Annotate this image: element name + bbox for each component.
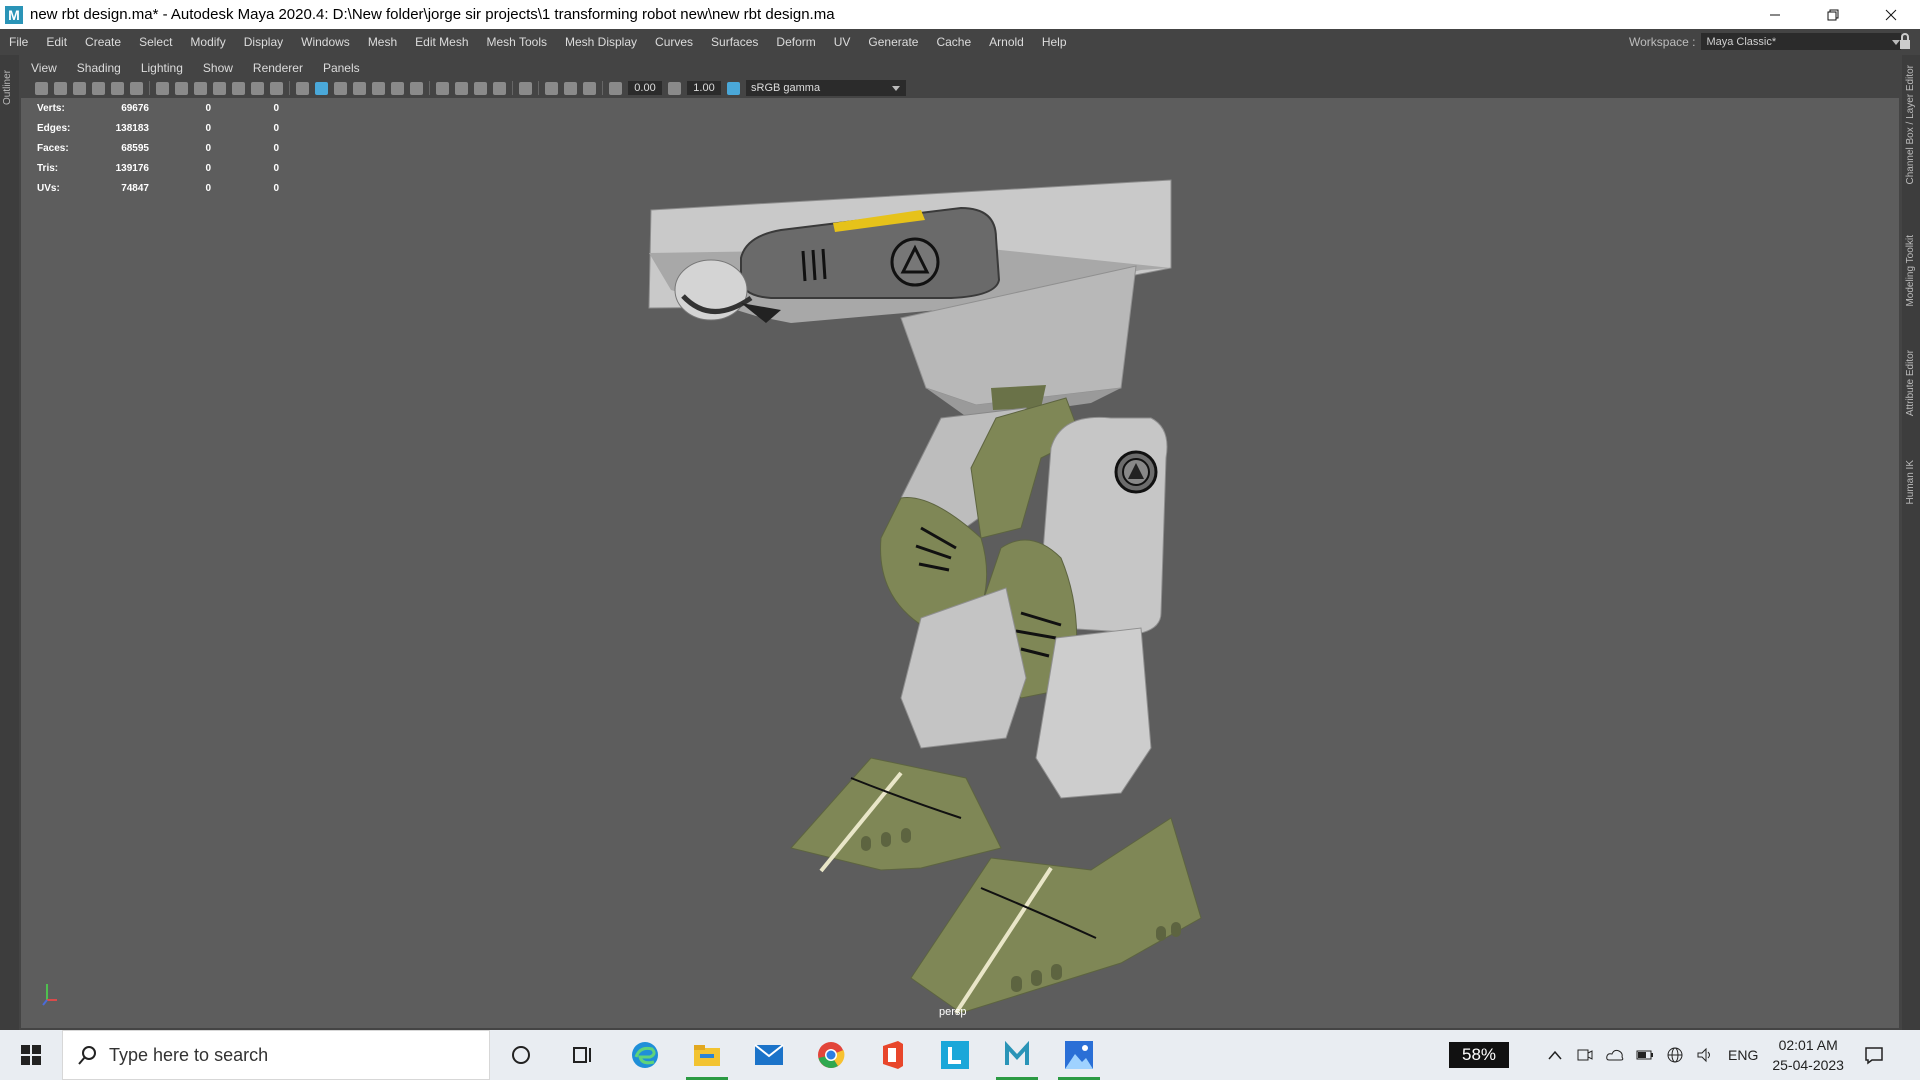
menu-mesh[interactable]: Mesh [359,35,406,49]
maya-app: M new rbt design.ma* - Autodesk Maya 202… [0,0,1920,1080]
start-button[interactable] [0,1030,62,1080]
taskbar-clock[interactable]: 02:01 AM 25-04-2023 [1772,1035,1844,1075]
menu-arnold[interactable]: Arnold [980,35,1033,49]
workspace-dropdown[interactable]: Maya Classic* [1701,33,1902,50]
menu-create[interactable]: Create [76,35,130,49]
tab-attribute-editor[interactable]: Attribute Editor [1905,350,1916,416]
maya-icon [1003,1040,1031,1069]
menu-deform[interactable]: Deform [767,35,824,49]
menu-uv[interactable]: UV [825,35,860,49]
menu-select[interactable]: Select [130,35,181,49]
language-indicator[interactable]: ENG [1728,1047,1758,1063]
search-placeholder: Type here to search [109,1044,269,1065]
volume-icon[interactable] [1690,1047,1720,1063]
taskbar-photos[interactable] [1048,1030,1110,1080]
maya-logo-icon: M [5,5,23,24]
menu-modify[interactable]: Modify [181,35,234,49]
perspective-viewport[interactable]: View Shading Lighting Show Renderer Pane… [21,58,1899,1028]
minimize-button[interactable] [1746,0,1804,29]
lock-icon[interactable] [1898,32,1912,50]
task-view-icon [573,1047,591,1063]
camera-name-label: persp [939,1006,967,1018]
robot-model[interactable] [21,58,1899,1028]
tab-channel-box[interactable]: Channel Box / Layer Editor [1905,65,1916,185]
menu-mesh-tools[interactable]: Mesh Tools [478,35,556,49]
taskbar-file-explorer[interactable] [676,1030,738,1080]
taskbar-edge[interactable] [614,1030,676,1080]
restore-icon [1827,9,1839,20]
main-menu-bar: File Edit Create Select Modify Display W… [0,29,1920,54]
title-bar: M new rbt design.ma* - Autodesk Maya 202… [0,0,1920,29]
taskbar-office[interactable] [862,1030,924,1080]
workspace-selector: Workspace : Maya Classic* [1629,33,1902,50]
photos-icon [1065,1041,1093,1069]
robot-legs[interactable] [790,397,1202,1015]
chrome-icon [818,1042,845,1068]
network-globe-icon[interactable] [1660,1046,1690,1064]
menu-edit-mesh[interactable]: Edit Mesh [406,35,477,49]
menu-file[interactable]: File [0,35,37,49]
mail-icon [754,1044,784,1065]
clock-date: 25-04-2023 [1772,1057,1844,1073]
system-tray: ENG 02:01 AM 25-04-2023 [1540,1030,1894,1080]
edge-icon [632,1042,658,1068]
search-icon [78,1046,96,1065]
onedrive-icon[interactable] [1600,1048,1630,1062]
file-explorer-icon [694,1045,720,1066]
battery-percent: 58% [1461,1045,1497,1064]
tab-modeling-toolkit[interactable]: Modeling Toolkit [1905,235,1916,307]
tab-human-ik[interactable]: Human IK [1905,460,1916,504]
battery-tray-icon[interactable] [1630,1049,1660,1061]
taskbar-cortana[interactable] [490,1030,552,1080]
windows-logo-icon [21,1045,41,1065]
clock-time: 02:01 AM [1778,1037,1838,1053]
chevron-up-icon[interactable] [1540,1050,1570,1060]
menu-mesh-display[interactable]: Mesh Display [556,35,646,49]
meet-now-icon[interactable] [1570,1048,1600,1062]
outliner-label: Outliner [2,70,13,106]
windows-taskbar: Type here to search 58% ENG 02:01 AM 25-… [0,1030,1920,1080]
menu-surfaces[interactable]: Surfaces [702,35,767,49]
outliner-strip[interactable]: Outliner [0,55,19,1030]
taskbar-maya[interactable] [986,1030,1048,1080]
right-side-tabs: Channel Box / Layer Editor Modeling Tool… [1902,55,1920,1030]
menu-cache[interactable]: Cache [927,35,980,49]
axis-gizmo-icon [42,984,57,1006]
minimize-icon [1770,14,1780,15]
taskbar-search-box[interactable]: Type here to search [62,1030,490,1080]
restore-button[interactable] [1804,0,1862,29]
taskbar-task-view[interactable] [552,1030,614,1080]
action-center-button[interactable] [1854,1045,1894,1065]
taskbar-l-app[interactable] [924,1030,986,1080]
battery-indicator[interactable]: 58% [1449,1042,1509,1068]
office-icon [883,1041,903,1069]
robot-head[interactable] [648,179,1172,420]
menu-edit[interactable]: Edit [37,35,76,49]
close-button[interactable] [1862,0,1920,29]
menu-generate[interactable]: Generate [859,35,927,49]
l-app-icon [941,1041,969,1069]
menu-display[interactable]: Display [235,35,292,49]
notification-icon [1865,1047,1883,1065]
taskbar-mail[interactable] [738,1030,800,1080]
menu-help[interactable]: Help [1033,35,1076,49]
window-title: new rbt design.ma* - Autodesk Maya 2020.… [30,6,835,23]
workspace-value: Maya Classic* [1706,35,1777,48]
workspace-label: Workspace : [1629,34,1696,49]
menu-windows[interactable]: Windows [292,35,359,49]
menu-curves[interactable]: Curves [646,35,702,49]
close-icon [1885,9,1897,20]
cortana-icon [512,1046,530,1064]
taskbar-chrome[interactable] [800,1030,862,1080]
